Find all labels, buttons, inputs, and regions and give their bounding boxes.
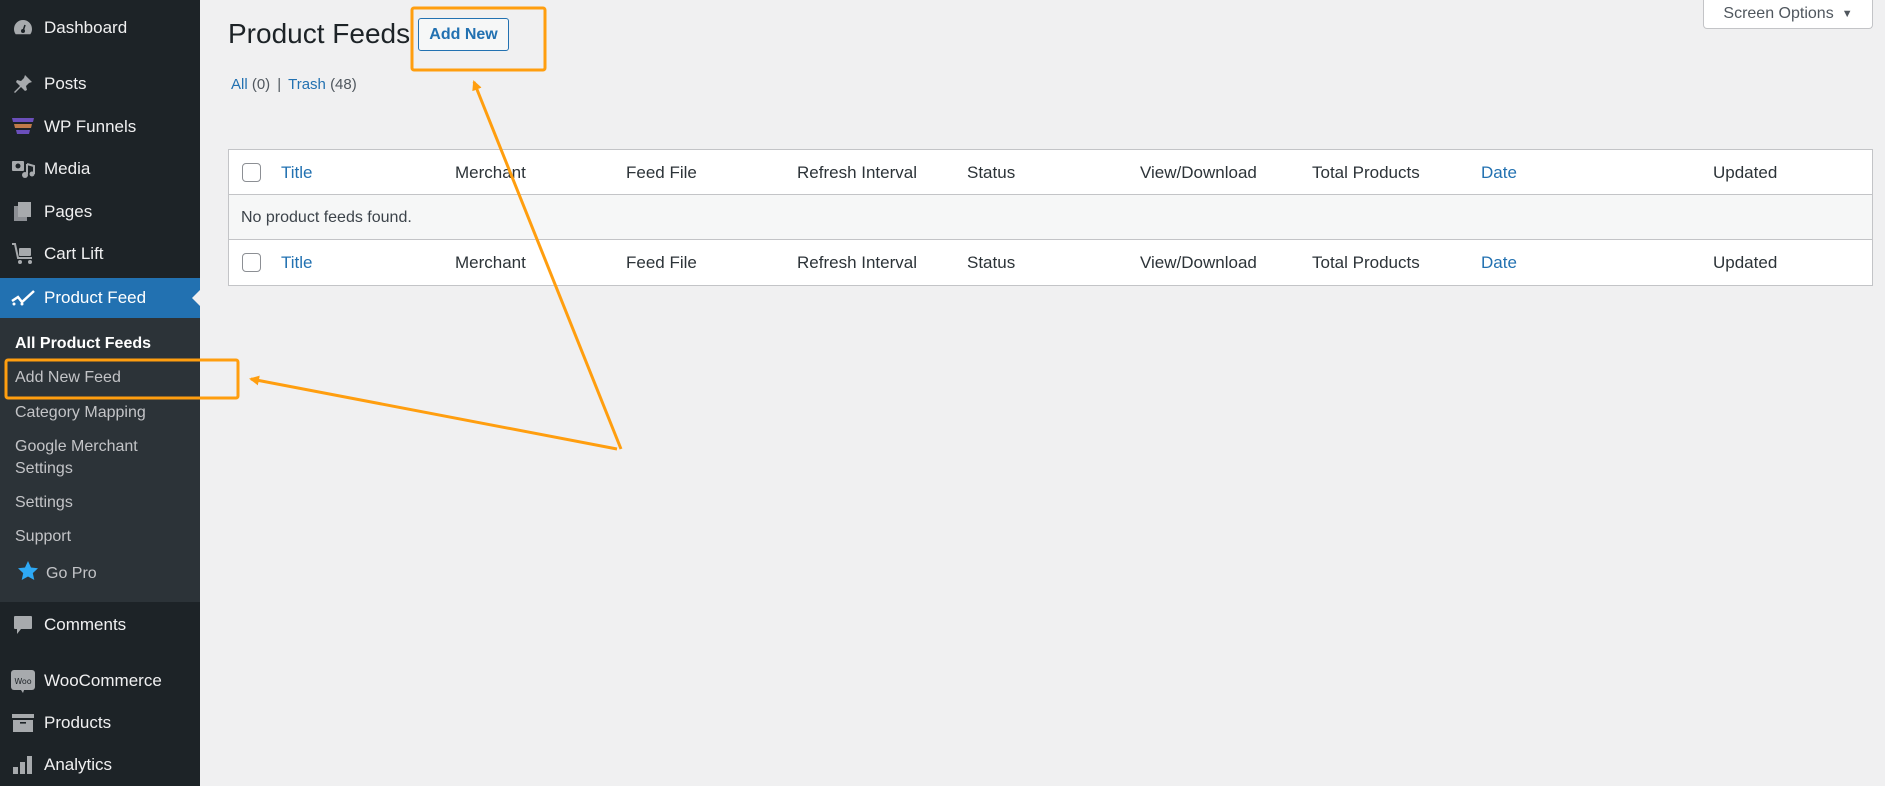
column-header-total-products: Total Products [1312, 162, 1420, 182]
feeds-table: Title Merchant Feed File Refresh Interva… [228, 149, 1873, 286]
column-footer-refresh-interval: Refresh Interval [797, 252, 917, 272]
submenu-category-mapping[interactable]: Category Mapping [15, 402, 146, 424]
column-footer-date[interactable]: Date [1481, 240, 1517, 285]
submenu-go-pro[interactable]: Go Pro [18, 561, 97, 587]
sidebar-item-comments[interactable]: Comments [0, 605, 200, 645]
product-feed-icon [0, 289, 44, 307]
sidebar-item-product-feed[interactable]: Product Feed [0, 278, 200, 318]
submenu-all-product-feeds[interactable]: All Product Feeds [15, 333, 151, 355]
main-content: Product Feeds Add New Screen Options ▼ A… [200, 0, 1885, 786]
svg-text:Woo: Woo [14, 677, 31, 686]
sidebar-item-label: Cart Lift [44, 244, 104, 263]
star-icon [18, 561, 38, 587]
column-header-updated: Updated [1713, 162, 1778, 182]
filter-all[interactable]: All (0) [231, 76, 270, 93]
submenu-google-merchant-settings[interactable]: Google Merchant Settings [15, 436, 138, 480]
screen-options-button[interactable]: Screen Options ▼ [1703, 0, 1873, 29]
page-title: Product Feeds [228, 18, 411, 49]
column-footer-title[interactable]: Title [281, 240, 313, 285]
admin-sidebar: Dashboard Posts WP Funnels Media Pages C… [0, 0, 200, 786]
sidebar-item-label: Media [44, 159, 91, 178]
add-new-button[interactable]: Add New [418, 18, 509, 51]
column-footer-updated: Updated [1713, 252, 1778, 272]
sidebar-item-label: Product Feed [44, 288, 147, 307]
column-header-feed-file: Feed File [626, 162, 697, 182]
select-all-checkbox-footer[interactable] [242, 253, 261, 272]
sidebar-item-wp-funnels[interactable]: WP Funnels [0, 107, 200, 147]
empty-message: No product feeds found. [241, 208, 412, 226]
sidebar-item-label: Pages [44, 202, 93, 221]
woo-icon: Woo [0, 668, 44, 694]
submenu-label: Go Pro [46, 565, 97, 582]
sidebar-item-dashboard[interactable]: Dashboard [0, 8, 200, 48]
column-header-merchant: Merchant [455, 162, 526, 182]
comment-icon [0, 614, 44, 636]
sidebar-item-products[interactable]: Products [0, 703, 200, 743]
screen-options-label: Screen Options [1723, 4, 1834, 22]
sidebar-item-analytics[interactable]: Analytics [0, 745, 200, 785]
table-empty-row: No product feeds found. [229, 195, 1872, 240]
filter-trash-label: Trash [288, 76, 326, 93]
filter-trash-count: (48) [330, 76, 357, 93]
submenu-support[interactable]: Support [15, 526, 71, 548]
sidebar-item-media[interactable]: Media [0, 149, 200, 189]
sidebar-item-label: Comments [44, 615, 127, 634]
pages-icon [0, 201, 44, 223]
select-all-checkbox[interactable] [242, 163, 261, 182]
sidebar-item-label: Analytics [44, 755, 113, 774]
table-header-row: Title Merchant Feed File Refresh Interva… [229, 150, 1872, 195]
sidebar-item-posts[interactable]: Posts [0, 64, 200, 104]
funnel-icon [0, 117, 44, 137]
column-footer-merchant: Merchant [455, 252, 526, 272]
sidebar-item-label: Dashboard [44, 18, 128, 37]
submenu-label-line: Settings [15, 460, 73, 477]
submenu-settings[interactable]: Settings [15, 492, 73, 514]
filter-trash[interactable]: Trash (48) [288, 76, 357, 93]
column-footer-status: Status [967, 252, 1016, 272]
column-header-date[interactable]: Date [1481, 150, 1517, 195]
sidebar-item-label: Products [44, 713, 112, 732]
sidebar-item-cart-lift[interactable]: Cart Lift [0, 234, 200, 274]
column-header-status: Status [967, 162, 1016, 182]
archive-icon [0, 713, 44, 733]
filter-separator: | [277, 76, 282, 93]
column-header-title[interactable]: Title [281, 150, 313, 195]
column-footer-total-products: Total Products [1312, 252, 1420, 272]
bar-chart-icon [0, 755, 44, 775]
sidebar-item-label: WooCommerce [44, 671, 162, 690]
column-header-view-download: View/Download [1140, 162, 1257, 182]
column-footer-view-download: View/Download [1140, 252, 1257, 272]
sidebar-item-label: Posts [44, 74, 87, 93]
column-header-refresh-interval: Refresh Interval [797, 162, 917, 182]
column-footer-feed-file: Feed File [626, 252, 697, 272]
sidebar-item-label: WP Funnels [44, 117, 137, 136]
cart-icon [0, 242, 44, 266]
pin-icon [0, 73, 44, 95]
sidebar-item-pages[interactable]: Pages [0, 192, 200, 232]
submenu-label-line: Google Merchant [15, 438, 138, 455]
filter-all-count: (0) [251, 76, 271, 93]
filter-all-label: All [231, 76, 248, 93]
media-icon [0, 158, 44, 180]
table-footer-row: Title Merchant Feed File Refresh Interva… [229, 240, 1872, 285]
product-feed-submenu: All Product Feeds Add New Feed Category … [0, 318, 200, 602]
sidebar-item-woocommerce[interactable]: Woo WooCommerce [0, 661, 200, 701]
status-filters: All (0) | Trash (48) [231, 76, 357, 93]
caret-down-icon: ▼ [1841, 7, 1853, 20]
submenu-add-new-feed[interactable]: Add New Feed [15, 367, 121, 389]
dashboard-icon [0, 18, 44, 38]
